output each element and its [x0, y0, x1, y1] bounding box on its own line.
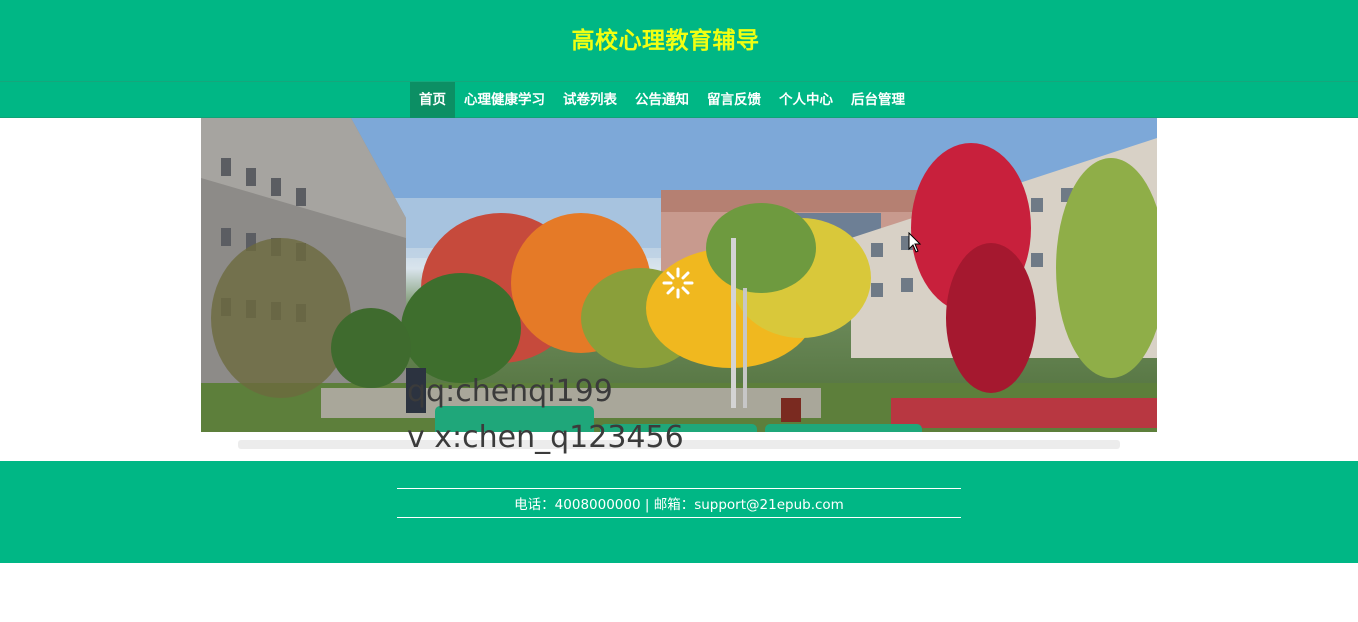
campus-banner-image[interactable]	[201, 118, 1157, 432]
nav-item-feedback[interactable]: 留言反馈	[698, 82, 770, 118]
page-footer: 电话：4008000000 | 邮箱：support@21epub.com	[0, 461, 1358, 563]
nav-item-mental-health-learning[interactable]: 心理健康学习	[455, 82, 554, 118]
footer-divider-top	[397, 488, 961, 489]
slide-tab-3[interactable]	[765, 424, 922, 432]
nav-item-exam-list[interactable]: 试卷列表	[554, 82, 626, 118]
mouse-cursor-icon	[908, 232, 922, 253]
nav-item-announcements[interactable]: 公告通知	[626, 82, 698, 118]
main-navigation: 首页 心理健康学习 试卷列表 公告通知 留言反馈 个人中心 后台管理	[0, 81, 1358, 118]
overlay-wechat-text: v x:chen_q123456	[407, 420, 684, 455]
nav-item-personal-center[interactable]: 个人中心	[770, 82, 842, 118]
overlay-qq-text: qq:chenqi199	[407, 374, 613, 409]
footer-divider-bottom	[397, 517, 961, 518]
footer-contact-text: 电话：4008000000 | 邮箱：support@21epub.com	[514, 497, 844, 513]
nav-list: 首页 心理健康学习 试卷列表 公告通知 留言反馈 个人中心 后台管理	[410, 82, 914, 118]
nav-item-admin[interactable]: 后台管理	[842, 82, 914, 118]
site-title: 高校心理教育辅导	[571, 28, 760, 54]
header-bar: 高校心理教育辅导	[0, 0, 1358, 81]
nav-item-home[interactable]: 首页	[410, 82, 455, 118]
campus-scene	[201, 118, 1157, 432]
